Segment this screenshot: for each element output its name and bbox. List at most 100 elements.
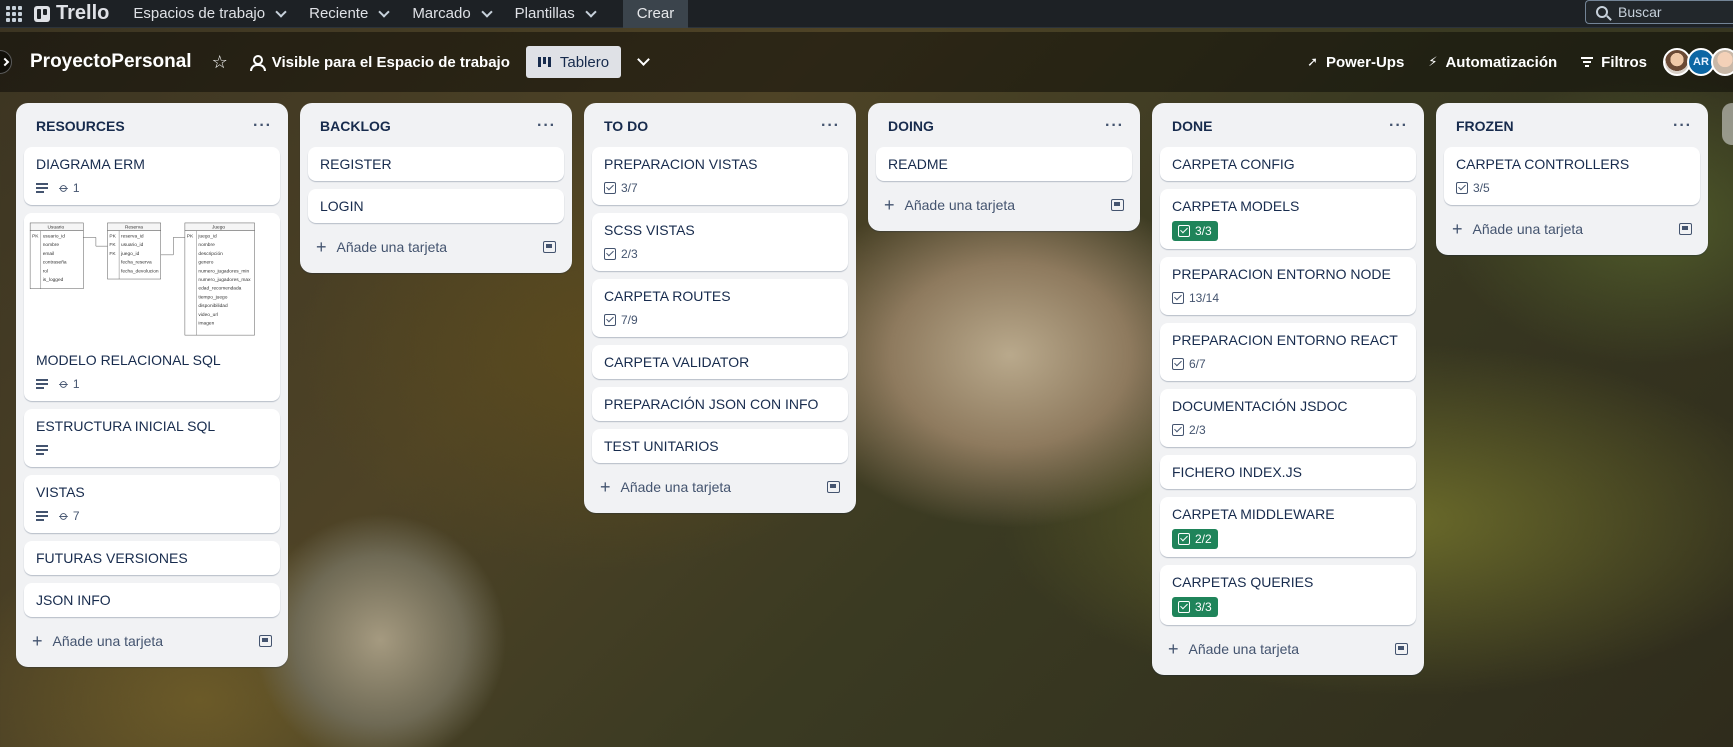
card[interactable]: FUTURAS VERSIONES	[24, 541, 280, 575]
star-icon[interactable]: ☆	[212, 52, 228, 73]
card[interactable]: LOGIN	[308, 189, 564, 223]
board-title[interactable]: ProyectoPersonal	[30, 51, 192, 73]
card[interactable]: CARPETAS QUERIES 3/3	[1160, 565, 1416, 625]
add-card-label: Añade una tarjeta	[336, 239, 448, 255]
lightning-icon: ⚡	[1428, 54, 1438, 69]
card[interactable]: CARPETA VALIDATOR	[592, 345, 848, 379]
card[interactable]: PREPARACION ENTORNO REACT 6/7	[1160, 323, 1416, 381]
add-list-stub[interactable]	[1722, 103, 1733, 145]
card-template-icon[interactable]	[1679, 223, 1692, 235]
card[interactable]: CARPETA MIDDLEWARE 2/2	[1160, 497, 1416, 557]
search-input[interactable]	[1618, 4, 1718, 20]
create-button[interactable]: Crear	[622, 0, 689, 28]
list-title: TO DO	[604, 118, 649, 134]
more-icon[interactable]: ···	[537, 117, 556, 135]
card[interactable]: FICHERO INDEX.JS	[1160, 455, 1416, 489]
card-badges: 7/9	[604, 311, 836, 329]
card[interactable]: Usuario PK usuario_id nombre email contr…	[24, 213, 280, 401]
erm-field: edad_recomendada	[198, 286, 241, 292]
add-card-button[interactable]: + Añade una tarjeta	[24, 625, 280, 657]
card[interactable]: PREPARACION VISTAS 3/7	[592, 147, 848, 205]
avatar[interactable]	[1711, 48, 1733, 76]
card-template-icon[interactable]	[1395, 643, 1408, 655]
checklist-count: 2/3	[1189, 423, 1206, 437]
search-box[interactable]	[1585, 0, 1733, 24]
card[interactable]: JSON INFO	[24, 583, 280, 617]
card[interactable]: TEST UNITARIOS	[592, 429, 848, 463]
more-icon[interactable]: ···	[821, 117, 840, 135]
apps-grid-icon[interactable]	[2, 2, 26, 26]
add-card-button[interactable]: + Añade una tarjeta	[1160, 633, 1416, 665]
visibility-button[interactable]: Visible para el Espacio de trabajo	[249, 53, 510, 71]
card[interactable]: README	[876, 147, 1132, 181]
card[interactable]: SCSS VISTAS 2/3	[592, 213, 848, 271]
card-badges: 3/3	[1172, 221, 1404, 241]
nav-workspaces-label: Espacios de trabajo	[133, 5, 266, 22]
list-done: DONE ··· CARPETA CONFIG CARPETA MODELS 3…	[1152, 103, 1424, 675]
list-header[interactable]: FROZEN ···	[1444, 111, 1700, 141]
paperclip-icon: ⌀	[56, 179, 73, 196]
card[interactable]: PREPARACION ENTORNO NODE 13/14	[1160, 257, 1416, 315]
checklist-badge: 13/14	[1172, 291, 1219, 305]
card[interactable]: VISTAS ⌀ 7	[24, 475, 280, 533]
checklist-badge: 6/7	[1172, 357, 1206, 371]
list-resources: RESOURCES ··· DIAGRAMA ERM ⌀ 1 Usuario PK…	[16, 103, 288, 667]
card-title: CARPETA CONFIG	[1172, 156, 1295, 172]
automation-button[interactable]: ⚡ Automatización	[1428, 54, 1557, 71]
card[interactable]: CARPETA MODELS 3/3	[1160, 189, 1416, 249]
nav-workspaces[interactable]: Espacios de trabajo	[133, 5, 287, 22]
checklist-icon	[1178, 225, 1190, 237]
powerups-label: Power-Ups	[1325, 53, 1405, 71]
add-card-button[interactable]: + Añade una tarjeta	[1444, 213, 1700, 245]
more-icon[interactable]: ···	[253, 117, 272, 135]
sidebar-expand-button[interactable]	[0, 50, 12, 74]
card-badges: 6/7	[1172, 355, 1404, 373]
more-icon[interactable]: ···	[1105, 117, 1124, 135]
more-icon[interactable]: ···	[1673, 117, 1692, 135]
card-title: TEST UNITARIOS	[604, 438, 719, 454]
card[interactable]: DIAGRAMA ERM ⌀ 1	[24, 147, 280, 205]
card-badges	[36, 441, 268, 459]
card[interactable]: ESTRUCTURA INICIAL SQL	[24, 409, 280, 467]
list-header[interactable]: DOING ···	[876, 111, 1132, 141]
nav-recent-label: Reciente	[309, 5, 369, 22]
chevron-down-icon	[585, 5, 597, 18]
erm-field: nombre	[43, 242, 60, 248]
card[interactable]: CARPETA CONTROLLERS 3/5	[1444, 147, 1700, 205]
card[interactable]: DOCUMENTACIÓN JSDOC 2/3	[1160, 389, 1416, 447]
nav-starred[interactable]: Marcado	[412, 5, 493, 22]
card-template-icon[interactable]	[827, 481, 840, 493]
card[interactable]: CARPETA CONFIG	[1160, 147, 1416, 181]
add-card-button[interactable]: + Añade una tarjeta	[592, 471, 848, 503]
nav-templates[interactable]: Plantillas	[515, 5, 597, 22]
description-icon	[36, 379, 48, 389]
card-template-icon[interactable]	[1111, 199, 1124, 211]
chevron-down-icon[interactable]	[637, 53, 650, 66]
list-header[interactable]: RESOURCES ···	[24, 111, 280, 141]
svg-text:FK: FK	[109, 251, 116, 257]
list-header[interactable]: TO DO ···	[592, 111, 848, 141]
card-template-icon[interactable]	[259, 635, 272, 647]
add-card-button[interactable]: + Añade una tarjeta	[876, 189, 1132, 221]
svg-text:PK: PK	[109, 233, 116, 239]
erm-field: descripción	[198, 251, 223, 257]
add-card-label: Añade una tarjeta	[620, 479, 732, 495]
card-title: PREPARACION VISTAS	[604, 156, 758, 172]
trello-logo[interactable]: Trello	[34, 2, 109, 25]
list-header[interactable]: DONE ···	[1160, 111, 1416, 141]
board-view-button[interactable]: Tablero	[525, 46, 622, 78]
search-icon	[1596, 6, 1608, 18]
filters-button[interactable]: Filtros	[1581, 54, 1647, 71]
card-title: CARPETA CONTROLLERS	[1456, 156, 1630, 172]
list-header[interactable]: BACKLOG ···	[308, 111, 564, 141]
nav-recent[interactable]: Reciente	[309, 5, 390, 22]
powerups-button[interactable]: ➚ Power-Ups	[1307, 54, 1404, 71]
add-card-button[interactable]: + Añade una tarjeta	[308, 231, 564, 263]
card[interactable]: PREPARACIÓN JSON CON INFO	[592, 387, 848, 421]
header-actions: ➚ Power-Ups ⚡ Automatización Filtros AR	[1307, 32, 1733, 92]
card[interactable]: REGISTER	[308, 147, 564, 181]
card-template-icon[interactable]	[543, 241, 556, 253]
visibility-label: Visible para el Espacio de trabajo	[271, 53, 510, 71]
more-icon[interactable]: ···	[1389, 117, 1408, 135]
card[interactable]: CARPETA ROUTES 7/9	[592, 279, 848, 337]
